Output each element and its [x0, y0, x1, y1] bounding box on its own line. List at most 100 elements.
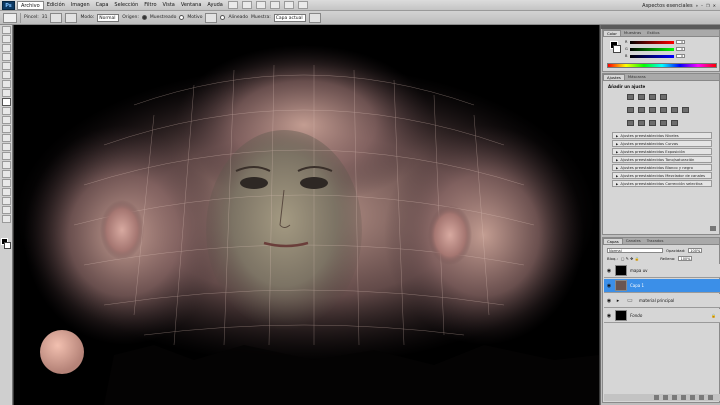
- close-icon[interactable]: ✕: [713, 3, 716, 8]
- tab-masks[interactable]: Máscaras: [625, 74, 649, 80]
- source-pattern-radio[interactable]: [179, 15, 185, 20]
- layer-row[interactable]: ◉ mapa uv: [604, 264, 720, 278]
- zoom-tool-icon[interactable]: [2, 215, 11, 223]
- lock-icons[interactable]: ▢ ✎ ✥ 🔒: [621, 256, 639, 261]
- brush-panel-icon[interactable]: [50, 12, 63, 23]
- background-color-swatch[interactable]: [4, 242, 11, 249]
- red-slider[interactable]: [630, 40, 674, 44]
- menu-ayuda[interactable]: Ayuda: [204, 1, 225, 10]
- vibrance-icon[interactable]: [627, 107, 634, 113]
- zoom-level-icon[interactable]: [255, 1, 266, 9]
- path-selection-tool-icon[interactable]: [2, 170, 11, 178]
- green-value[interactable]: 0: [676, 47, 685, 51]
- new-layer-icon[interactable]: [699, 395, 704, 400]
- menu-edicion[interactable]: Edición: [44, 1, 68, 10]
- channel-mixer-icon[interactable]: [682, 107, 689, 113]
- gradient-tool-icon[interactable]: [2, 125, 11, 133]
- tab-adjustments[interactable]: Ajustes: [603, 74, 625, 80]
- 3d-orbit-tool-icon[interactable]: [2, 197, 11, 205]
- exposure-icon[interactable]: [660, 94, 667, 100]
- preset-selective-color[interactable]: ▶ Ajustes preestablecidos Corrección sele…: [612, 180, 712, 187]
- document-canvas[interactable]: [14, 25, 599, 405]
- blend-mode-select[interactable]: Normal: [607, 247, 663, 253]
- tab-styles[interactable]: Estilos: [644, 30, 662, 36]
- brush-tool-icon[interactable]: [2, 89, 11, 97]
- layer-style-icon[interactable]: [663, 395, 668, 400]
- eye-icon[interactable]: ◉: [606, 313, 612, 319]
- trash-icon[interactable]: [708, 395, 713, 400]
- menu-seleccion[interactable]: Selección: [111, 1, 141, 10]
- add-mask-icon[interactable]: [672, 395, 677, 400]
- tab-color[interactable]: Color: [603, 30, 621, 36]
- clone-stamp-tool-button[interactable]: [2, 98, 11, 106]
- preset-curves[interactable]: ▶ Ajustes preestablecidos Curvas: [612, 140, 712, 147]
- threshold-icon[interactable]: [649, 120, 656, 126]
- menu-filtro[interactable]: Filtro: [141, 1, 159, 10]
- aligned-checkbox[interactable]: [220, 15, 226, 20]
- green-slider[interactable]: [630, 47, 674, 51]
- menu-vista[interactable]: Vista: [160, 1, 178, 10]
- minimize-icon[interactable]: –: [701, 3, 703, 8]
- panel-options-icon[interactable]: [710, 226, 716, 231]
- lasso-tool-icon[interactable]: [2, 44, 11, 52]
- crop-tool-icon[interactable]: [2, 62, 11, 70]
- tab-paths[interactable]: Trazados: [644, 238, 667, 244]
- pattern-picker[interactable]: [205, 12, 218, 23]
- ignore-adjustment-icon[interactable]: [308, 12, 321, 23]
- pen-tool-icon[interactable]: [2, 152, 11, 160]
- layer-group-row[interactable]: ◉ ▸ ▭ material principal: [604, 294, 720, 308]
- hue-saturation-icon[interactable]: [638, 107, 645, 113]
- workspace-switcher[interactable]: Aspectos esenciales » – ❐ ✕: [642, 1, 716, 10]
- blue-slider[interactable]: [630, 54, 674, 58]
- color-spectrum-bar[interactable]: [607, 63, 717, 68]
- restore-icon[interactable]: ❐: [706, 3, 710, 8]
- hand-icon[interactable]: [269, 1, 280, 9]
- dodge-tool-icon[interactable]: [2, 143, 11, 151]
- opacity-input[interactable]: 100%: [688, 247, 703, 253]
- new-adjustment-icon[interactable]: [681, 395, 686, 400]
- color-background-swatch[interactable]: [613, 45, 621, 53]
- clone-stamp-tool-icon[interactable]: [3, 12, 17, 23]
- marquee-tool-icon[interactable]: [2, 35, 11, 43]
- eye-icon[interactable]: ◉: [606, 298, 612, 304]
- hand-tool-icon[interactable]: [2, 206, 11, 214]
- menu-archivo[interactable]: Archivo: [17, 0, 44, 10]
- tab-layers[interactable]: Capas: [603, 238, 623, 244]
- brightness-contrast-icon[interactable]: [627, 94, 634, 100]
- color-balance-icon[interactable]: [649, 107, 656, 113]
- eraser-tool-icon[interactable]: [2, 116, 11, 124]
- eye-icon[interactable]: ◉: [606, 283, 612, 289]
- link-layers-icon[interactable]: [654, 395, 659, 400]
- arrange-documents-icon[interactable]: [283, 1, 294, 9]
- tab-channels[interactable]: Canales: [623, 238, 644, 244]
- preset-channel-mixer[interactable]: ▶ Ajustes preestablecidos Mezclador de ca…: [612, 172, 712, 179]
- layer-row-selected[interactable]: ◉ Capa 1: [604, 279, 720, 293]
- chevron-right-icon[interactable]: ▸: [615, 298, 621, 304]
- healing-brush-tool-icon[interactable]: [2, 80, 11, 88]
- source-sampled-radio[interactable]: [141, 15, 147, 20]
- selective-color-icon[interactable]: [671, 120, 678, 126]
- screen-mode-icon[interactable]: [297, 1, 308, 9]
- eye-icon[interactable]: ◉: [606, 268, 612, 274]
- gradient-map-icon[interactable]: [660, 120, 667, 126]
- blur-tool-icon[interactable]: [2, 134, 11, 142]
- eyedropper-tool-icon[interactable]: [2, 71, 11, 79]
- minibridge-icon[interactable]: [241, 1, 252, 9]
- move-tool-icon[interactable]: [2, 26, 11, 34]
- menu-imagen[interactable]: Imagen: [68, 1, 93, 10]
- levels-icon[interactable]: [638, 94, 645, 100]
- curves-icon[interactable]: [649, 94, 656, 100]
- quick-selection-tool-icon[interactable]: [2, 53, 11, 61]
- 3d-rotate-tool-icon[interactable]: [2, 188, 11, 196]
- brush-size[interactable]: 31: [42, 15, 48, 20]
- preset-black-white[interactable]: ▶ Ajustes preestablecidos Blanco y negro: [612, 164, 712, 171]
- red-value[interactable]: 0: [676, 40, 685, 44]
- new-group-icon[interactable]: [690, 395, 695, 400]
- mode-select[interactable]: Normal: [97, 13, 120, 22]
- blue-value[interactable]: 0: [676, 54, 685, 58]
- bridge-icon[interactable]: [227, 1, 238, 9]
- shape-tool-icon[interactable]: [2, 179, 11, 187]
- preset-hue-saturation[interactable]: ▶ Ajustes preestablecidos Tono/saturación: [612, 156, 712, 163]
- menu-capa[interactable]: Capa: [93, 1, 112, 10]
- invert-icon[interactable]: [627, 120, 634, 126]
